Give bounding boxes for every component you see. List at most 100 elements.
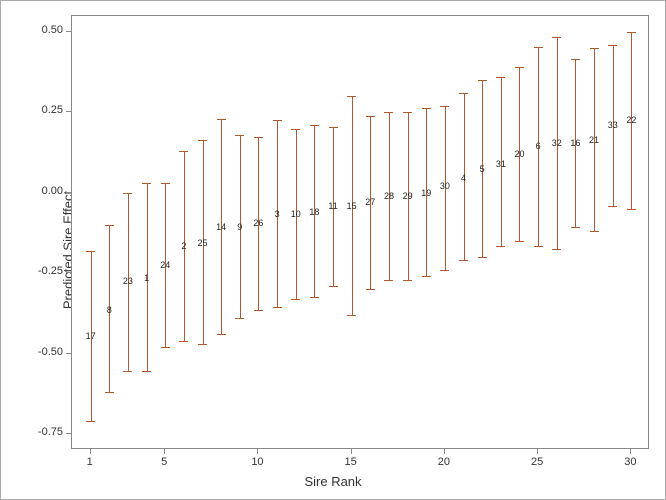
error-cap bbox=[496, 77, 505, 78]
error-cap bbox=[534, 246, 543, 247]
error-cap bbox=[571, 227, 580, 228]
error-cap bbox=[198, 344, 207, 345]
data-point-label: 23 bbox=[123, 276, 133, 286]
error-cap bbox=[347, 315, 356, 316]
error-cap bbox=[590, 48, 599, 49]
error-cap bbox=[105, 392, 114, 393]
error-cap bbox=[142, 371, 151, 372]
data-point-label: 8 bbox=[107, 305, 112, 315]
error-cap bbox=[123, 371, 132, 372]
y-tick-label: -0.50 bbox=[23, 346, 63, 358]
data-point-label: 24 bbox=[160, 260, 170, 270]
error-cap bbox=[198, 140, 207, 141]
error-cap bbox=[273, 120, 282, 121]
data-point-label: 1 bbox=[144, 273, 149, 283]
error-cap bbox=[291, 299, 300, 300]
data-point-label: 21 bbox=[589, 135, 599, 145]
error-cap bbox=[571, 59, 580, 60]
error-cap bbox=[217, 119, 226, 120]
x-tick-label: 1 bbox=[87, 456, 93, 468]
data-point-label: 33 bbox=[608, 120, 618, 130]
error-cap bbox=[496, 246, 505, 247]
data-point-label: 20 bbox=[514, 149, 524, 159]
error-cap bbox=[534, 47, 543, 48]
data-point-label: 22 bbox=[626, 115, 636, 125]
plot-area: 1782312422514926310181115272829193045312… bbox=[71, 15, 649, 449]
data-point-label: 2 bbox=[181, 241, 186, 251]
error-cap bbox=[403, 112, 412, 113]
x-tick-label: 15 bbox=[345, 456, 357, 468]
error-cap bbox=[179, 341, 188, 342]
data-point-label: 6 bbox=[536, 141, 541, 151]
chart-frame: Predicted Sire Effect Sire Rank 17823124… bbox=[0, 0, 666, 500]
data-point-label: 18 bbox=[309, 207, 319, 217]
error-cap bbox=[254, 310, 263, 311]
data-point-label: 10 bbox=[291, 209, 301, 219]
error-cap bbox=[273, 307, 282, 308]
error-cap bbox=[440, 270, 449, 271]
error-cap bbox=[161, 183, 170, 184]
error-cap bbox=[86, 251, 95, 252]
data-point-label: 31 bbox=[496, 159, 506, 169]
error-cap bbox=[366, 116, 375, 117]
error-cap bbox=[478, 257, 487, 258]
error-cap bbox=[627, 209, 636, 210]
x-tick-label: 30 bbox=[624, 456, 636, 468]
data-point-label: 30 bbox=[440, 181, 450, 191]
error-cap bbox=[459, 260, 468, 261]
error-cap bbox=[515, 241, 524, 242]
error-cap bbox=[123, 193, 132, 194]
data-point-label: 11 bbox=[328, 201, 337, 211]
error-cap bbox=[254, 137, 263, 138]
y-tick-label: 0.25 bbox=[23, 104, 63, 116]
x-tick-label: 5 bbox=[161, 456, 167, 468]
error-cap bbox=[366, 289, 375, 290]
data-point-label: 15 bbox=[347, 201, 357, 211]
error-cap bbox=[608, 45, 617, 46]
error-cap bbox=[235, 135, 244, 136]
error-cap bbox=[422, 276, 431, 277]
error-cap bbox=[347, 96, 356, 97]
data-point-label: 4 bbox=[461, 173, 466, 183]
error-cap bbox=[235, 318, 244, 319]
data-point-label: 17 bbox=[86, 331, 96, 341]
x-tick-label: 25 bbox=[531, 456, 543, 468]
error-cap bbox=[310, 125, 319, 126]
x-axis-label: Sire Rank bbox=[304, 474, 361, 489]
error-cap bbox=[440, 106, 449, 107]
error-cap bbox=[329, 286, 338, 287]
y-tick-label: -0.25 bbox=[23, 265, 63, 277]
data-point-label: 27 bbox=[365, 197, 375, 207]
error-cap bbox=[217, 334, 226, 335]
error-cap bbox=[627, 32, 636, 33]
error-cap bbox=[478, 80, 487, 81]
y-tick-label: 0.00 bbox=[23, 185, 63, 197]
error-cap bbox=[105, 225, 114, 226]
y-tick-label: -0.75 bbox=[23, 426, 63, 438]
error-cap bbox=[329, 127, 338, 128]
y-tick-label: 0.50 bbox=[23, 24, 63, 36]
error-cap bbox=[422, 108, 431, 109]
data-point-label: 25 bbox=[198, 238, 208, 248]
error-cap bbox=[161, 347, 170, 348]
error-cap bbox=[142, 183, 151, 184]
error-cap bbox=[384, 112, 393, 113]
error-cap bbox=[310, 297, 319, 298]
data-point-label: 29 bbox=[403, 191, 413, 201]
data-point-label: 19 bbox=[421, 188, 431, 198]
data-point-label: 32 bbox=[552, 138, 562, 148]
data-point-label: 5 bbox=[480, 164, 485, 174]
error-cap bbox=[590, 231, 599, 232]
data-point-label: 3 bbox=[275, 209, 280, 219]
error-cap bbox=[515, 67, 524, 68]
error-cap bbox=[608, 206, 617, 207]
x-tick-label: 20 bbox=[438, 456, 450, 468]
error-cap bbox=[384, 280, 393, 281]
error-cap bbox=[179, 151, 188, 152]
x-tick-label: 10 bbox=[251, 456, 263, 468]
data-point-label: 16 bbox=[570, 138, 580, 148]
data-point-label: 14 bbox=[216, 222, 226, 232]
error-cap bbox=[552, 249, 561, 250]
data-point-label: 26 bbox=[253, 218, 263, 228]
error-cap bbox=[552, 37, 561, 38]
